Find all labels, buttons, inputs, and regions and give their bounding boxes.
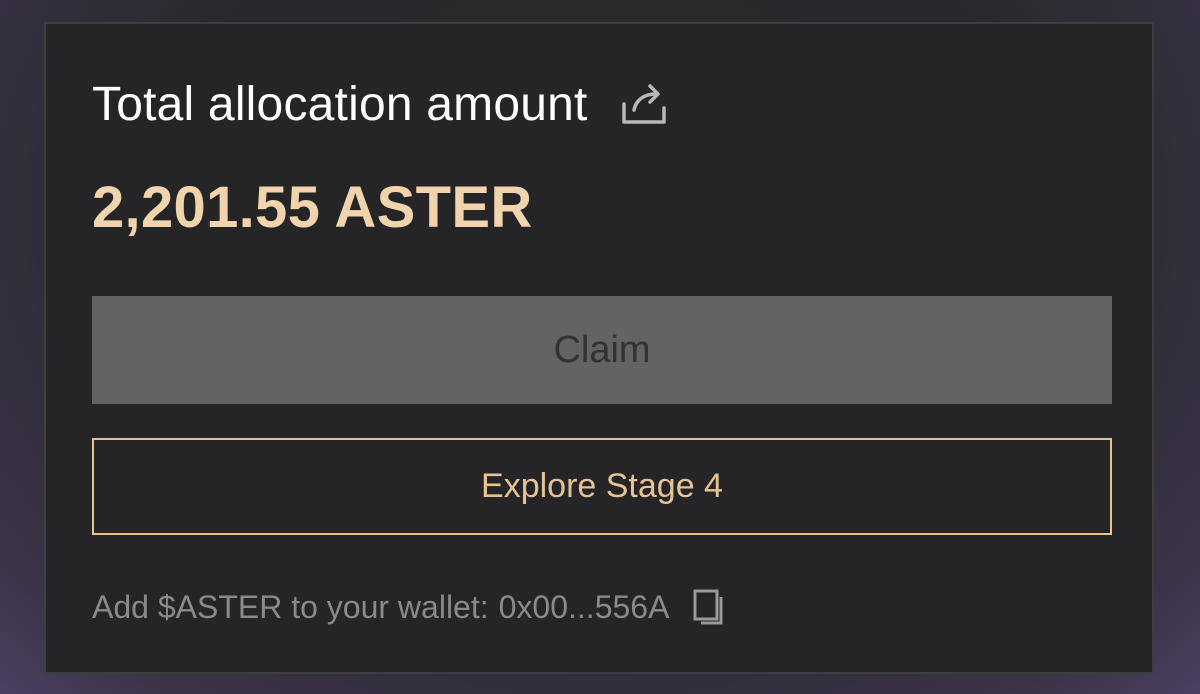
explore-stage-button[interactable]: Explore Stage 4 bbox=[92, 438, 1112, 535]
wallet-address[interactable]: 0x00...556A bbox=[499, 589, 670, 626]
copy-icon[interactable] bbox=[691, 587, 727, 627]
claim-button-label: Claim bbox=[553, 328, 651, 371]
share-icon[interactable] bbox=[618, 78, 670, 130]
claim-button[interactable]: Claim bbox=[92, 296, 1112, 404]
allocation-amount: 2,201.55 ASTER bbox=[92, 175, 533, 240]
add-to-wallet-row: Add $ASTER to your wallet: 0x00...556A bbox=[92, 584, 727, 630]
allocation-card: Total allocation amount 2,201.55 ASTER C… bbox=[44, 22, 1154, 674]
title-row: Total allocation amount bbox=[92, 74, 670, 134]
card-title: Total allocation amount bbox=[92, 77, 588, 131]
explore-stage-label: Explore Stage 4 bbox=[481, 467, 723, 505]
wallet-prefix-text: Add $ASTER to your wallet: bbox=[92, 588, 489, 625]
